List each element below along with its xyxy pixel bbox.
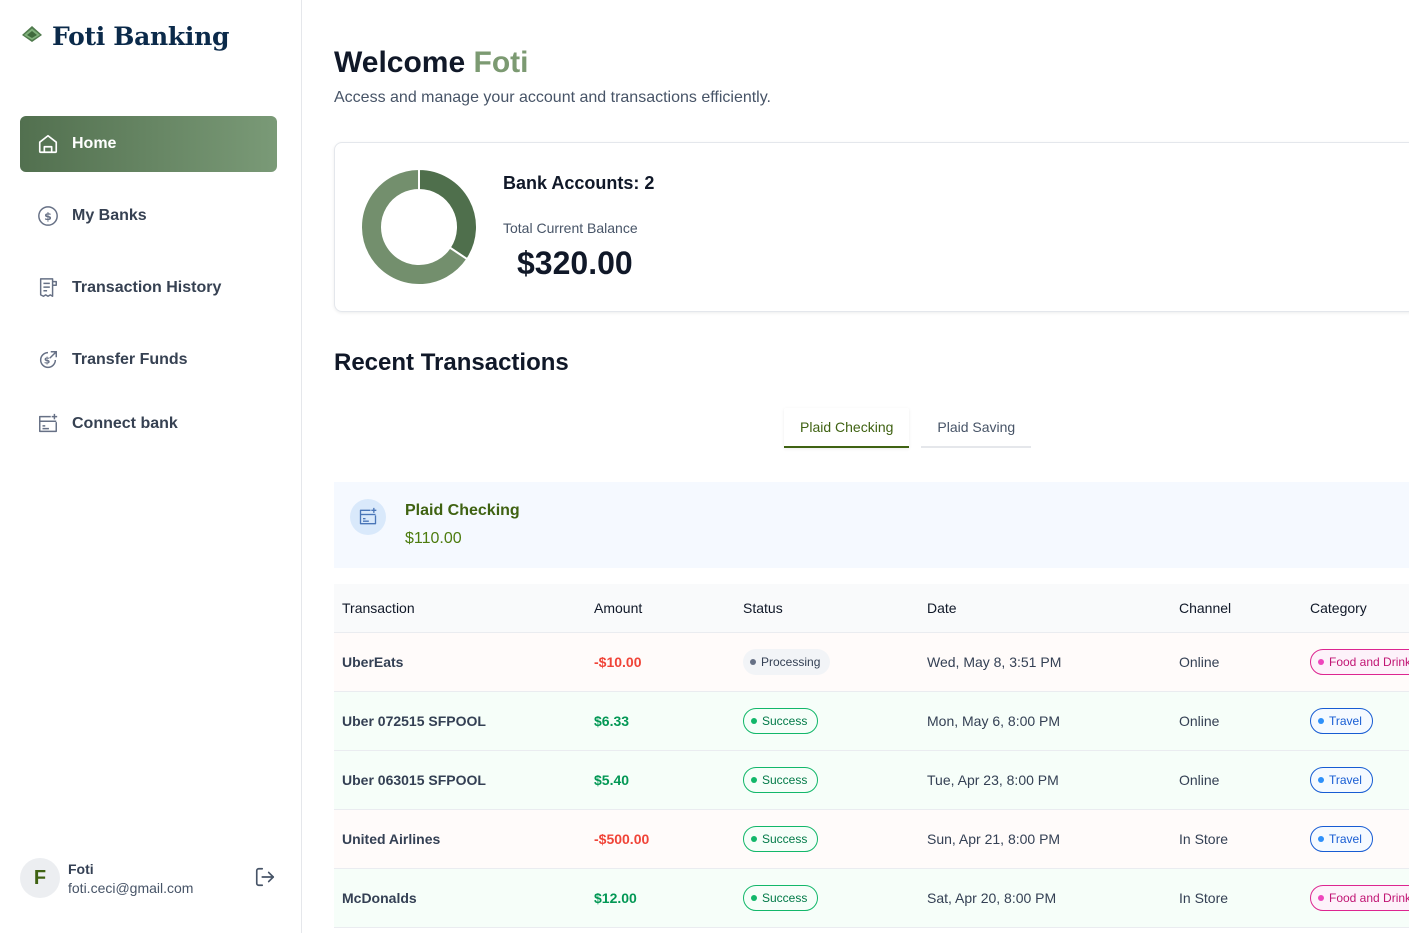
transaction-date: Mon, May 6, 8:00 PM (927, 713, 1061, 729)
welcome-greeting: Welcome (334, 46, 466, 79)
sidebar-item-label: My Banks (72, 207, 147, 224)
tab-plaid-checking[interactable]: Plaid Checking (784, 408, 910, 448)
status-label: Success (762, 891, 808, 905)
transaction-amount: $5.40 (594, 772, 630, 788)
user-name: Foti (68, 860, 94, 877)
total-balance-value: $320.00 (517, 245, 633, 281)
svg-text:$: $ (44, 210, 52, 223)
column-header-channel: Channel (1179, 600, 1232, 616)
column-header-date: Date (927, 600, 957, 616)
transaction-amount: $12.00 (594, 890, 637, 906)
transaction-channel: Online (1179, 772, 1220, 788)
total-balance-label: Total Current Balance (503, 220, 638, 236)
welcome-user-name: Foti (473, 46, 529, 79)
main-content: Welcome Foti Access and manage your acco… (334, 0, 1409, 933)
status-label: Processing (761, 655, 821, 669)
table-row[interactable]: Uber 063015 SFPOOL $5.40 Success Tue, Ap… (334, 751, 1409, 810)
category-badge: Travel (1310, 826, 1373, 852)
transaction-amount: -$500.00 (594, 831, 650, 847)
table-header: Transaction Amount Status Date Channel C… (334, 584, 1409, 633)
status-badge: Success (743, 826, 819, 852)
user-profile: F Foti foti.ceci@gmail.com (20, 858, 282, 898)
sidebar-item-label: Transaction History (72, 279, 222, 296)
status-badge: Success (743, 767, 819, 793)
table-row[interactable]: United Airlines -$500.00 Success Sun, Ap… (334, 810, 1409, 869)
page-title: Welcome Foti (334, 46, 529, 80)
transaction-date: Wed, May 8, 3:51 PM (927, 654, 1062, 670)
category-badge: Food and Drink (1310, 649, 1409, 675)
app-logo[interactable]: Foti Banking (20, 22, 229, 51)
money-stack-icon (20, 22, 44, 51)
sidebar-item-connect-bank[interactable]: Connect bank (20, 396, 277, 452)
sidebar-item-my-banks[interactable]: $ My Banks (20, 188, 277, 244)
transaction-date: Sat, Apr 20, 8:00 PM (927, 890, 1057, 906)
category-badge: Travel (1310, 767, 1373, 793)
table-row[interactable]: UberEats -$10.00 Processing Wed, May 8, … (334, 633, 1409, 692)
connect-bank-icon (36, 412, 60, 436)
transaction-name: McDonalds (342, 890, 417, 906)
category-badge: Travel (1310, 708, 1373, 734)
category-label: Travel (1329, 714, 1362, 728)
column-header-transaction: Transaction (342, 600, 415, 616)
svg-text:$: $ (44, 356, 50, 367)
user-email: foti.ceci@gmail.com (68, 879, 194, 896)
bank-accounts-count: Bank Accounts: 2 (503, 173, 655, 193)
logout-icon[interactable] (254, 866, 278, 890)
status-badge: Processing (743, 649, 831, 675)
home-icon (36, 132, 60, 156)
column-header-amount: Amount (594, 600, 643, 616)
sidebar-item-label: Transfer Funds (72, 351, 188, 368)
receipt-icon (36, 276, 60, 300)
transaction-date: Tue, Apr 23, 8:00 PM (927, 772, 1059, 788)
account-info-banner[interactable]: Plaid Checking $110.00 (334, 482, 1409, 568)
sidebar-item-home[interactable]: Home (20, 116, 277, 172)
transaction-name: United Airlines (342, 831, 441, 847)
category-badge: Food and Drink (1310, 885, 1409, 911)
account-balance: $110.00 (405, 530, 462, 547)
transaction-amount: -$10.00 (594, 654, 642, 670)
table-row[interactable]: McDonalds $12.00 Success Sat, Apr 20, 8:… (334, 869, 1409, 928)
transaction-channel: Online (1179, 654, 1220, 670)
app-name: Foti Banking (52, 22, 230, 51)
transaction-name: UberEats (342, 654, 404, 670)
status-badge: Success (743, 885, 819, 911)
account-tabs: Plaid Checking Plaid Saving (784, 408, 1032, 448)
transaction-name: Uber 072515 SFPOOL (342, 713, 486, 729)
sidebar-nav: Home $ My Banks Transaction History $ Tr… (20, 116, 277, 468)
sidebar: Foti Banking Home $ My Banks Transaction… (0, 0, 302, 933)
donut-segment (418, 169, 477, 261)
sidebar-item-transaction-history[interactable]: Transaction History (20, 260, 277, 316)
page-subtitle: Access and manage your account and trans… (334, 89, 771, 106)
tab-plaid-saving[interactable]: Plaid Saving (921, 408, 1032, 448)
transaction-channel: In Store (1179, 831, 1229, 847)
transaction-date: Sun, Apr 21, 8:00 PM (927, 831, 1061, 847)
avatar[interactable]: F (20, 858, 60, 898)
category-label: Travel (1329, 773, 1362, 787)
bank-card-icon (350, 499, 386, 535)
transaction-channel: In Store (1179, 890, 1229, 906)
recent-transactions-title: Recent Transactions (334, 349, 569, 376)
table-row[interactable]: Uber 072515 SFPOOL $6.33 Success Mon, Ma… (334, 692, 1409, 751)
money-send-icon: $ (36, 348, 60, 372)
sidebar-item-transfer-funds[interactable]: $ Transfer Funds (20, 332, 277, 388)
transaction-name: Uber 063015 SFPOOL (342, 772, 486, 788)
status-label: Success (762, 714, 808, 728)
sidebar-item-label: Connect bank (72, 415, 178, 432)
status-badge: Success (743, 708, 819, 734)
column-header-category: Category (1310, 600, 1367, 616)
sidebar-item-label: Home (72, 135, 117, 152)
status-label: Success (762, 773, 808, 787)
balance-donut-chart (361, 169, 477, 285)
column-header-status: Status (743, 600, 783, 616)
transaction-amount: $6.33 (594, 713, 630, 729)
category-label: Food and Drink (1329, 655, 1409, 669)
dollar-circle-icon: $ (36, 204, 60, 228)
category-label: Food and Drink (1329, 891, 1409, 905)
transaction-channel: Online (1179, 713, 1220, 729)
category-label: Travel (1329, 832, 1362, 846)
transactions-table: Transaction Amount Status Date Channel C… (334, 584, 1409, 928)
status-label: Success (762, 832, 808, 846)
total-balance-card: Bank Accounts: 2 Total Current Balance $… (334, 142, 1409, 312)
account-name: Plaid Checking (405, 502, 520, 519)
